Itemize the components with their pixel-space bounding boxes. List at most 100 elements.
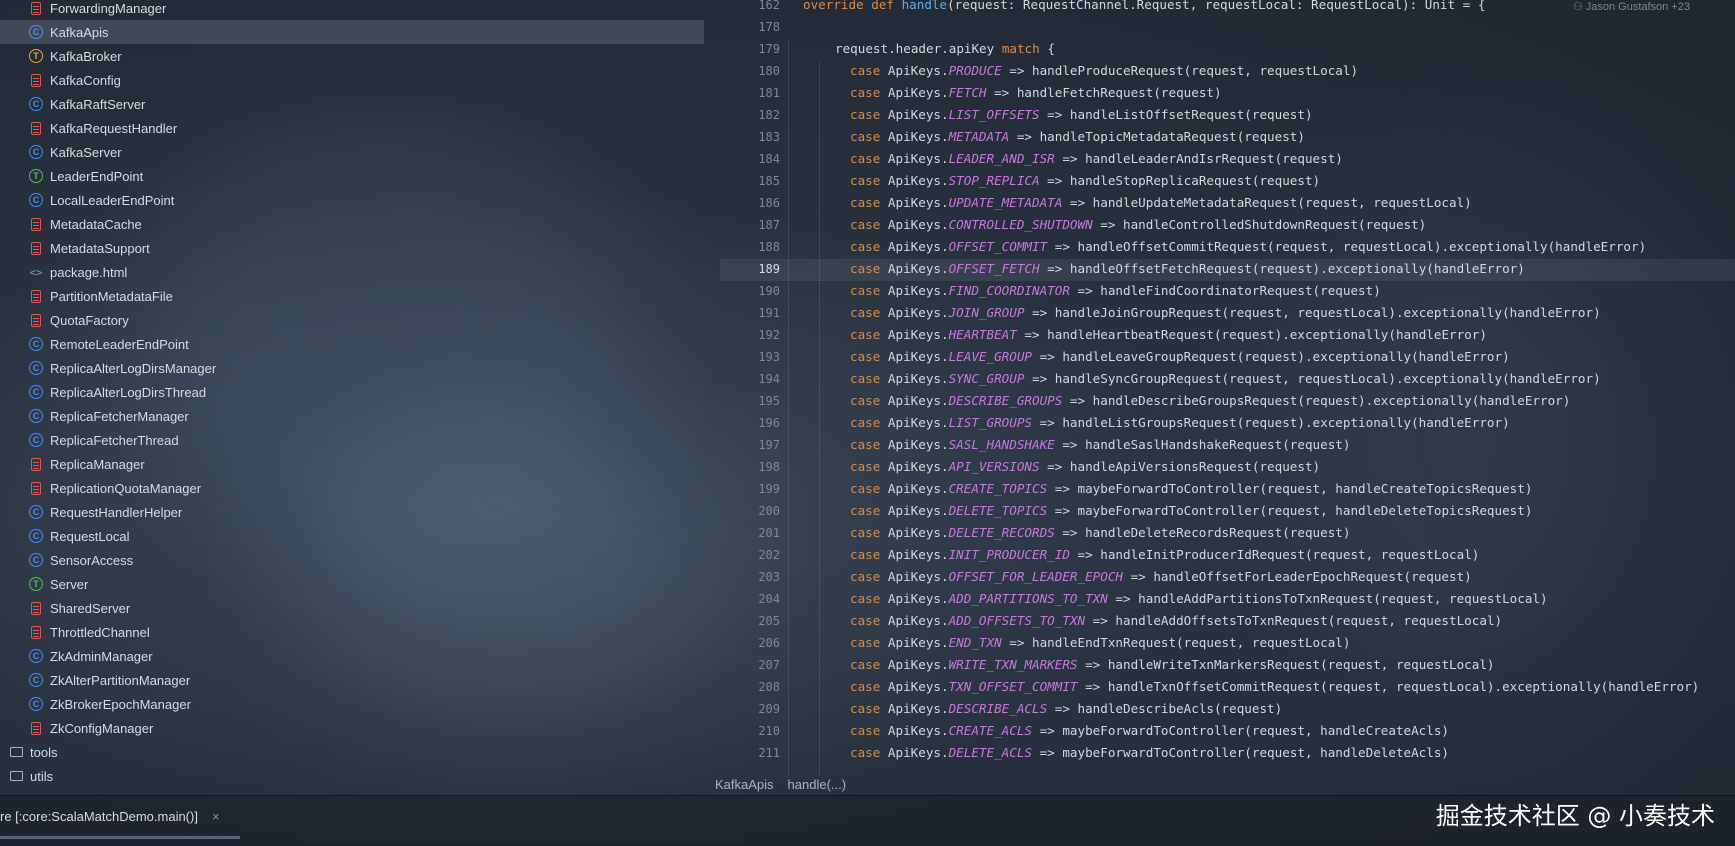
tree-item[interactable]: MetadataCache <box>0 212 704 236</box>
tree-item[interactable]: ForwardingManager <box>0 0 704 20</box>
code-line: case ApiKeys.OFFSET_COMMIT => handleOffs… <box>850 239 1647 254</box>
tree-item[interactable]: SharedServer <box>0 596 704 620</box>
code-line: case ApiKeys.HEARTBEAT => handleHeartbea… <box>850 327 1487 342</box>
tree-item[interactable]: PartitionMetadataFile <box>0 284 704 308</box>
line-number: 197 <box>758 438 780 452</box>
breadcrumb-item-method[interactable]: handle(...) <box>788 777 847 792</box>
class-icon: C <box>28 24 44 40</box>
code-line: case ApiKeys.METADATA => handleTopicMeta… <box>850 129 1305 144</box>
tree-item[interactable]: MetadataSupport <box>0 236 704 260</box>
scala-file-icon <box>28 120 44 136</box>
tree-item-label: ZkBrokerEpochManager <box>50 696 191 712</box>
tree-item-label: MetadataCache <box>50 216 142 232</box>
code-line: case ApiKeys.SYNC_GROUP => handleSyncGro… <box>850 371 1601 386</box>
tree-item[interactable]: C SensorAccess <box>0 548 704 572</box>
code-line: request.header.apiKey match { <box>835 41 1055 56</box>
line-number: 192 <box>758 328 780 342</box>
tree-item[interactable]: C ReplicaFetcherThread <box>0 428 704 452</box>
tree-item[interactable]: QuotaFactory <box>0 308 704 332</box>
scala-file-icon <box>28 456 44 472</box>
line-number: 162 <box>758 0 780 12</box>
tree-item[interactable]: T KafkaBroker <box>0 44 704 68</box>
tree-item[interactable]: KafkaConfig <box>0 68 704 92</box>
tree-item-label: MetadataSupport <box>50 240 150 256</box>
line-number: 204 <box>758 592 780 606</box>
tree-item-label: RequestLocal <box>50 528 130 544</box>
line-number: 202 <box>758 548 780 562</box>
tree-item[interactable]: C KafkaRaftServer <box>0 92 704 116</box>
tree-item[interactable]: ReplicationQuotaManager <box>0 476 704 500</box>
scala-file-icon <box>28 312 44 328</box>
class-icon: C <box>28 384 44 400</box>
tree-item[interactable]: ThrottledChannel <box>0 620 704 644</box>
tree-item[interactable]: C ReplicaFetcherManager <box>0 404 704 428</box>
code-line: case ApiKeys.DELETE_ACLS => maybeForward… <box>850 745 1450 760</box>
line-number: 206 <box>758 636 780 650</box>
watermark: 掘金技术社区 @ 小奏技术 <box>1435 802 1715 830</box>
tree-item[interactable]: C ZkAlterPartitionManager <box>0 668 704 692</box>
line-number: 207 <box>758 658 780 672</box>
trait-icon: T <box>28 48 44 64</box>
tree-item-label: SensorAccess <box>50 552 134 568</box>
line-number: 181 <box>758 86 780 100</box>
tree-item[interactable]: ReplicaManager <box>0 452 704 476</box>
tree-item[interactable]: C ZkAdminManager <box>0 644 704 668</box>
indent-guide <box>819 62 820 775</box>
class-icon: C <box>28 504 44 520</box>
tree-item-label: ZkAdminManager <box>50 648 153 664</box>
tree-item[interactable]: <> package.html <box>0 260 704 284</box>
code-line-header: override def handle(request: RequestChan… <box>803 0 1486 12</box>
tree-item[interactable]: C KafkaServer <box>0 140 704 164</box>
tree-item[interactable]: C ReplicaAlterLogDirsThread <box>0 380 704 404</box>
tree-item-label: package.html <box>50 264 128 280</box>
scala-file-icon <box>28 216 44 232</box>
line-number: 178 <box>758 20 780 34</box>
class-icon: C <box>28 408 44 424</box>
tree-item[interactable]: tools <box>0 740 684 764</box>
run-tab[interactable]: re [:core:ScalaMatchDemo.main()] × <box>0 809 220 824</box>
code-line: case ApiKeys.LEAVE_GROUP => handleLeaveG… <box>850 349 1510 364</box>
line-number: 198 <box>758 460 780 474</box>
tree-item[interactable]: C RemoteLeaderEndPoint <box>0 332 704 356</box>
tree-item-label: ReplicaManager <box>50 456 145 472</box>
breadcrumb-item-class[interactable]: KafkaApis <box>715 777 774 792</box>
tree-item[interactable]: T Server <box>0 572 704 596</box>
line-number: 185 <box>758 174 780 188</box>
code-line: case ApiKeys.STOP_REPLICA => handleStopR… <box>850 173 1321 188</box>
tree-item[interactable]: C ZkBrokerEpochManager <box>0 692 704 716</box>
interface-icon: T <box>28 168 44 184</box>
class-icon: C <box>28 144 44 160</box>
line-number: 210 <box>758 724 780 738</box>
line-number: 186 <box>758 196 780 210</box>
tree-item[interactable]: C KafkaApis <box>0 20 704 44</box>
code-line: case ApiKeys.END_TXN => handleEndTxnRequ… <box>850 635 1351 650</box>
tree-item-label: RequestHandlerHelper <box>50 504 183 520</box>
tree-item-label: QuotaFactory <box>50 312 129 328</box>
code-line: case ApiKeys.DELETE_TOPICS => maybeForwa… <box>850 503 1533 518</box>
tree-item[interactable]: C ReplicaAlterLogDirsManager <box>0 356 704 380</box>
code-line: case ApiKeys.SASL_HANDSHAKE => handleSas… <box>850 437 1351 452</box>
tree-item[interactable]: C LocalLeaderEndPoint <box>0 188 704 212</box>
tree-item[interactable]: KafkaRequestHandler <box>0 116 704 140</box>
author-icon: ⚇ <box>1572 1 1586 13</box>
tree-item-label: KafkaServer <box>50 144 122 160</box>
tree-item[interactable]: C RequestLocal <box>0 524 704 548</box>
tree-item-label: ZkConfigManager <box>50 720 154 736</box>
tree-item-label: ReplicationQuotaManager <box>50 480 202 496</box>
scala-file-icon <box>28 0 44 16</box>
code-line: case ApiKeys.OFFSET_FOR_LEADER_EPOCH => … <box>850 569 1472 584</box>
tree-item-label: ThrottledChannel <box>50 624 150 640</box>
line-number: 205 <box>758 614 780 628</box>
tree-item-label: KafkaRaftServer <box>50 96 146 112</box>
tree-item[interactable]: C RequestHandlerHelper <box>0 500 704 524</box>
indent-guide <box>788 40 789 775</box>
tree-item[interactable]: T LeaderEndPoint <box>0 164 704 188</box>
code-line: case ApiKeys.CREATE_ACLS => maybeForward… <box>850 723 1450 738</box>
close-icon[interactable]: × <box>212 809 220 824</box>
code-line: case ApiKeys.CREATE_TOPICS => maybeForwa… <box>850 481 1533 496</box>
tree-item-label: ForwardingManager <box>50 0 167 16</box>
code-line: case ApiKeys.CONTROLLED_SHUTDOWN => hand… <box>850 217 1427 232</box>
tree-item[interactable]: ZkConfigManager <box>0 716 704 740</box>
tree-item[interactable]: utils <box>0 764 684 788</box>
run-tab-indicator <box>0 836 240 839</box>
